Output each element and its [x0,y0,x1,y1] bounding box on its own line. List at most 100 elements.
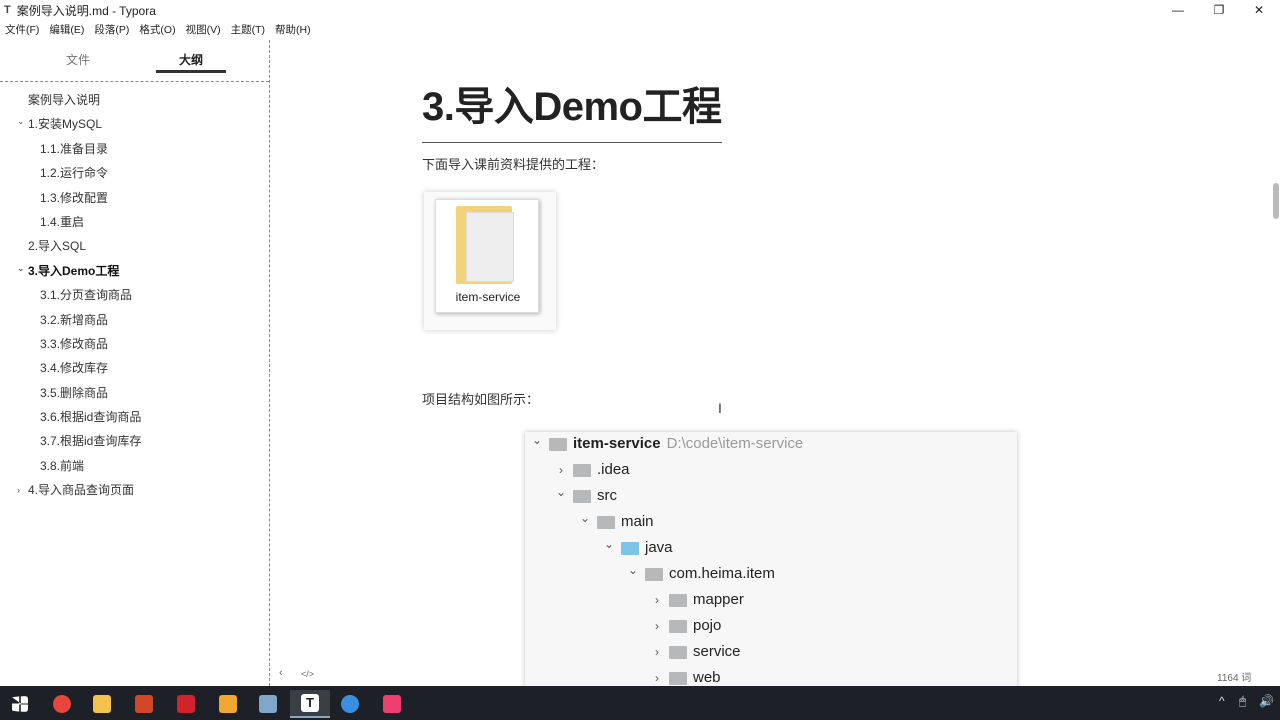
taskbar-start[interactable] [0,690,40,718]
chevron-down-icon: ⌄ [555,485,567,499]
outline-item-label: 3.8.前端 [40,458,85,473]
menu-item[interactable]: 段落(P) [94,22,129,37]
close-button[interactable]: ✕ [1239,0,1279,20]
outline-item[interactable]: 3.8.前端 [0,454,270,478]
outline-item[interactable]: 1.3.修改配置 [0,186,270,210]
outline-item-label: 3.7.根据id查询库存 [40,434,142,449]
folder-icon [621,541,639,555]
tree-node: › service [645,639,741,665]
taskbar-powerpoint[interactable] [124,690,164,718]
mouse-icon[interactable]: 🖱 [1239,694,1246,709]
tab-files[interactable]: 文件 [66,51,90,68]
chevron-right-icon: › [655,645,659,659]
outline-item[interactable]: › 4.导入商品查询页面 [0,478,270,502]
outline-item-label: 1.2.运行命令 [40,166,109,181]
title-bar: T 案例导入说明.md - Typora — ❐ ✕ [0,0,1280,20]
menu-item[interactable]: 编辑(E) [49,22,84,37]
outline-item-label: 3.导入Demo工程 [28,263,120,278]
outline-item-label: 1.3.修改配置 [40,190,109,205]
outline-item-label: 3.1.分页查询商品 [40,288,133,303]
tree-node-label: mapper [693,591,744,608]
outline-item[interactable]: 3.4.修改库存 [0,356,270,380]
outline-item-label: 1.安装MySQL [28,117,103,132]
taskbar-remote-desktop[interactable] [248,690,288,718]
chevron-down-icon: ⌄ [603,537,615,551]
minimize-button[interactable]: — [1158,0,1198,20]
outline-item[interactable]: 3.6.根据id查询商品 [0,405,270,429]
menu-item[interactable]: 视图(V) [186,22,221,37]
menu-item[interactable]: 文件(F) [5,22,39,37]
folder-icon [573,489,591,503]
app-icon: T [4,4,11,16]
tree-node-label: com.heima.item [669,565,775,582]
folder-icon [597,515,615,529]
tree-node-label: item-service [573,435,661,452]
folder-icon [669,593,687,607]
active-tab-indicator [156,70,226,73]
outline-item-label: 1.4.重启 [40,214,85,229]
tree-node-label: src [597,487,617,504]
chevron-down-icon[interactable]: ⌄ [17,256,25,280]
outline-item-label: 2.导入SQL [28,239,87,254]
chevron-down-icon[interactable]: ⌄ [17,109,25,133]
outline-item-label: 3.4.修改库存 [40,361,109,376]
app-yellow-icon [219,695,237,713]
tab-outline[interactable]: 大纲 [179,51,203,68]
outline-item[interactable]: 3.3.修改商品 [0,332,270,356]
volume-icon[interactable]: 🔊 [1259,694,1274,708]
restore-button[interactable]: ❐ [1199,0,1239,20]
tree-node-label: main [621,513,654,530]
outline-item[interactable]: 1.4.重启 [0,210,270,234]
taskbar-app-blue[interactable] [330,690,370,718]
word-count[interactable]: 1164 词 [1217,669,1251,684]
menu-item[interactable]: 格式(O) [139,22,175,37]
outline-item-label: 3.5.删除商品 [40,385,109,400]
menu-item[interactable]: 主题(T) [231,22,265,37]
app-blue-icon [341,695,359,713]
outline-item[interactable]: 1.2.运行命令 [0,161,270,185]
outline-item-label: 3.3.修改商品 [40,336,109,351]
source-mode-icon[interactable]: </> [301,669,314,679]
folder-icon [645,567,663,581]
chevron-right-icon: › [655,619,659,633]
taskbar-intellij[interactable] [372,690,412,718]
outline-item[interactable]: 案例导入说明 [0,88,270,112]
tree-node: ⌄ com.heima.item [621,561,775,587]
tree-node: › pojo [645,613,721,639]
menu-bar: 文件(F) 编辑(E) 段落(P) 格式(O) 视图(V) 主题(T) 帮助(H) [0,20,311,38]
outline-item[interactable]: ⌄ 1.安装MySQL [0,112,270,136]
taskbar-file-explorer[interactable] [82,690,122,718]
folder-icon [669,619,687,633]
outline-item[interactable]: 3.2.新增商品 [0,308,270,332]
status-bar: ‹ </> 1164 词 [271,664,1280,686]
sidebar-toggle-icon[interactable]: ‹ [279,667,283,679]
chevron-right-icon[interactable]: › [17,478,20,502]
intellij-icon [383,695,401,713]
outline-item[interactable]: 3.5.删除商品 [0,381,270,405]
outline-item[interactable]: 3.1.分页查询商品 [0,283,270,307]
outline-item[interactable]: 2.导入SQL [0,234,270,258]
remote-desktop-icon [259,695,277,713]
outline-item[interactable]: 1.1.准备目录 [0,137,270,161]
folder-label: item-service [455,290,521,304]
tray-chevron-icon[interactable]: ^ [1219,694,1225,708]
taskbar-chrome[interactable] [42,690,82,718]
project-tree-image: ⌄ item-service D:\code\item-service › .idea ⌄… [525,432,1017,688]
taskbar-youdao[interactable] [166,690,206,718]
tree-node: ⌄ item-service D:\code\item-service [525,432,803,457]
window-title: 案例导入说明.md - Typora [16,3,156,18]
tree-node: › mapper [645,587,744,613]
scrollbar[interactable] [1273,183,1279,219]
menu-item[interactable]: 帮助(H) [275,22,311,37]
editor[interactable]: 3.导入Demo工程 下面导入课前资料提供的工程： item-service 项… [271,40,1280,688]
outline-item-label: 1.1.准备目录 [40,141,109,156]
powerpoint-icon [135,695,153,713]
chevron-down-icon: ⌄ [579,511,591,525]
tree-node-path: D:\code\item-service [666,435,804,452]
tree-node-label: service [693,643,741,660]
taskbar-typora[interactable]: T [290,690,330,718]
outline-item[interactable]: ⌄ 3.导入Demo工程 [0,259,270,283]
outline-item[interactable]: 3.7.根据id查询库存 [0,429,270,453]
taskbar-app-yellow[interactable] [208,690,248,718]
folder-icon [573,463,591,477]
